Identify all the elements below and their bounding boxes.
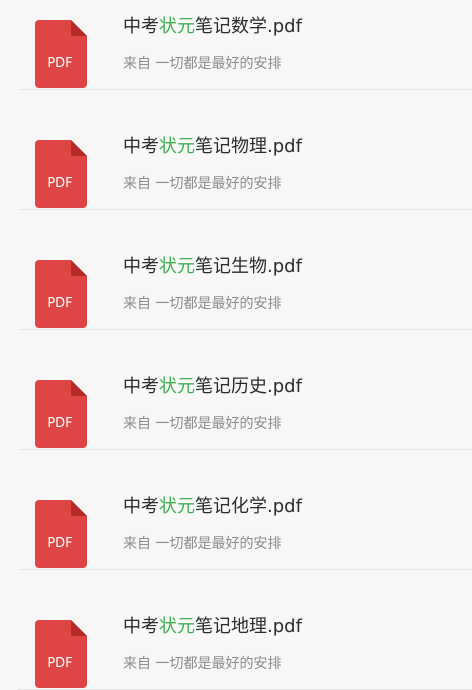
file-name: 中考状元笔记历史.pdf xyxy=(123,376,302,397)
pdf-file-icon: PDF xyxy=(35,140,87,208)
file-name: 中考状元笔记物理.pdf xyxy=(123,136,302,157)
pdf-file-icon: PDF xyxy=(35,260,87,328)
file-name: 中考状元笔记数学.pdf xyxy=(123,16,302,37)
file-name: 中考状元笔记化学.pdf xyxy=(123,496,302,517)
svg-text:PDF: PDF xyxy=(47,656,72,671)
file-source: 来自 一切都是最好的安排 xyxy=(123,656,282,672)
svg-text:PDF: PDF xyxy=(47,416,72,431)
file-list: PDF 中考状元笔记数学.pdf 来自 一切都是最好的安排 PDF 中考状元笔记… xyxy=(0,0,472,690)
pdf-file-icon: PDF xyxy=(35,500,87,568)
file-source: 来自 一切都是最好的安排 xyxy=(123,176,282,192)
file-list-item[interactable]: PDF 中考状元笔记生物.pdf 来自 一切都是最好的安排 xyxy=(0,210,472,330)
pdf-file-icon: PDF xyxy=(35,380,87,448)
svg-text:PDF: PDF xyxy=(47,296,72,311)
file-source: 来自 一切都是最好的安排 xyxy=(123,416,282,432)
svg-text:PDF: PDF xyxy=(47,56,72,71)
file-list-item[interactable]: PDF 中考状元笔记地理.pdf 来自 一切都是最好的安排 xyxy=(0,570,472,690)
svg-text:PDF: PDF xyxy=(47,536,72,551)
file-list-item[interactable]: PDF 中考状元笔记历史.pdf 来自 一切都是最好的安排 xyxy=(0,330,472,450)
file-list-item[interactable]: PDF 中考状元笔记数学.pdf 来自 一切都是最好的安排 xyxy=(0,0,472,90)
file-source: 来自 一切都是最好的安排 xyxy=(123,56,282,72)
pdf-file-icon: PDF xyxy=(35,620,87,688)
svg-text:PDF: PDF xyxy=(47,176,72,191)
file-source: 来自 一切都是最好的安排 xyxy=(123,296,282,312)
file-name: 中考状元笔记地理.pdf xyxy=(123,616,302,637)
file-source: 来自 一切都是最好的安排 xyxy=(123,536,282,552)
file-list-item[interactable]: PDF 中考状元笔记物理.pdf 来自 一切都是最好的安排 xyxy=(0,90,472,210)
pdf-file-icon: PDF xyxy=(35,20,87,88)
file-name: 中考状元笔记生物.pdf xyxy=(123,256,302,277)
file-list-item[interactable]: PDF 中考状元笔记化学.pdf 来自 一切都是最好的安排 xyxy=(0,450,472,570)
